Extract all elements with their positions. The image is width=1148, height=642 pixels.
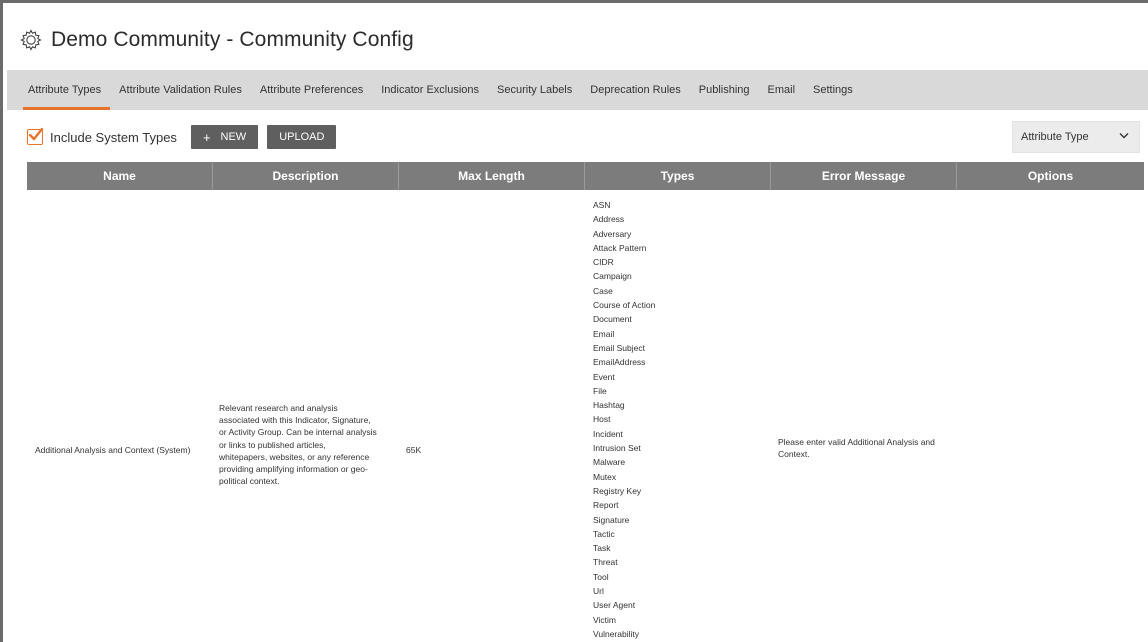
description-line: whitepapers, websites, or any reference: [219, 451, 370, 462]
include-system-types-checkbox[interactable]: [27, 127, 44, 145]
type-item: Course of Action: [593, 300, 656, 311]
type-item: File: [593, 385, 607, 396]
page-header: Demo Community - Community Config: [7, 17, 1147, 63]
attribute-types-table: Name Description Max Length Types Error …: [27, 162, 1144, 642]
tab-attribute-types[interactable]: Attribute Types: [19, 70, 111, 110]
cell-description: Relevant research and analysis associate…: [219, 402, 397, 487]
tab-publishing[interactable]: Publishing: [690, 70, 759, 110]
description-line: political context.: [219, 476, 280, 487]
type-item: Event: [593, 371, 615, 382]
type-item: Malware: [593, 457, 626, 468]
config-tabs: Attribute Types Attribute Validation Rul…: [7, 70, 1148, 110]
table-header: Name Description Max Length Types Error …: [27, 162, 1144, 190]
description-line: associated with this Indicator, Signatur…: [219, 415, 371, 426]
type-item: Url: [593, 586, 604, 597]
column-header-types[interactable]: Types: [585, 162, 771, 190]
type-item: Task: [593, 543, 611, 554]
type-item: CIDR: [593, 257, 614, 268]
include-system-types-label[interactable]: Include System Types: [50, 130, 177, 145]
type-item: Address: [593, 214, 625, 225]
column-header-error-message[interactable]: Error Message: [771, 162, 957, 190]
type-item: Victim: [593, 614, 616, 625]
tab-email[interactable]: Email: [759, 70, 805, 110]
tab-attribute-validation-rules[interactable]: Attribute Validation Rules: [110, 70, 251, 110]
description-line: Relevant research and analysis: [219, 403, 338, 413]
new-button-label: NEW: [220, 131, 247, 143]
app-window: Demo Community - Community Config Attrib…: [0, 0, 1148, 642]
type-item: Registry Key: [593, 485, 642, 496]
page-title: Demo Community - Community Config: [51, 28, 414, 51]
new-button[interactable]: + NEW: [190, 125, 259, 149]
upload-button-label: UPLOAD: [279, 131, 325, 143]
type-item: ASN: [593, 200, 611, 210]
cell-error-message: Please enter valid Additional Analysis a…: [778, 436, 958, 460]
type-item: Report: [593, 500, 619, 511]
cell-max-length: 65K: [406, 445, 422, 455]
type-item: Threat: [593, 557, 618, 568]
type-item: Tool: [593, 571, 609, 582]
type-item: Tactic: [593, 528, 615, 539]
type-item: Adversary: [593, 228, 632, 239]
upload-button[interactable]: UPLOAD: [267, 125, 337, 149]
error-message-line: Please enter valid Additional Analysis a…: [778, 437, 935, 447]
description-line: or links to published articles,: [219, 439, 326, 450]
cell-types: ASN Address Adversary Attack Pattern CID…: [593, 198, 763, 641]
plus-icon: +: [202, 129, 211, 145]
type-item: Mutex: [593, 471, 617, 482]
toolbar: Include System Types + NEW UPLOAD: [27, 121, 1147, 153]
column-header-name[interactable]: Name: [27, 162, 213, 190]
tab-settings[interactable]: Settings: [804, 70, 862, 110]
table-row[interactable]: Additional Analysis and Context (System)…: [27, 190, 1144, 642]
type-item: Hashtag: [593, 400, 625, 411]
attribute-type-filter-select[interactable]: Attribute Type: [1012, 121, 1140, 153]
cell-name: Additional Analysis and Context (System): [35, 445, 191, 455]
checkmark-icon: [28, 127, 44, 141]
tab-security-labels[interactable]: Security Labels: [488, 70, 581, 110]
description-line: or Activity Group. Can be internal analy…: [219, 427, 377, 438]
column-header-max-length[interactable]: Max Length: [399, 162, 585, 190]
type-item: User Agent: [593, 600, 636, 611]
type-item: Campaign: [593, 271, 632, 282]
type-item: Email Subject: [593, 342, 645, 353]
filter-select-value: Attribute Type: [1021, 131, 1089, 143]
type-item: Case: [593, 285, 613, 296]
type-item: Document: [593, 314, 632, 325]
error-message-line: Context.: [778, 449, 810, 460]
type-item: Incident: [593, 428, 623, 439]
type-item: Host: [593, 414, 611, 425]
gear-icon: [20, 29, 42, 51]
type-item: Vulnerability: [593, 628, 639, 639]
tab-indicator-exclusions[interactable]: Indicator Exclusions: [372, 70, 488, 110]
tab-deprecation-rules[interactable]: Deprecation Rules: [581, 70, 690, 110]
type-item: EmailAddress: [593, 357, 646, 368]
chevron-down-icon: [1119, 133, 1129, 139]
type-item: Email: [593, 328, 615, 339]
type-item: Signature: [593, 514, 630, 525]
column-header-options: Options: [1027, 169, 1074, 183]
tab-attribute-preferences[interactable]: Attribute Preferences: [251, 70, 372, 110]
column-header-description[interactable]: Description: [213, 162, 399, 190]
type-item: Attack Pattern: [593, 242, 647, 253]
description-line: providing amplifying information or geo-: [219, 464, 368, 475]
type-item: Intrusion Set: [593, 443, 641, 454]
